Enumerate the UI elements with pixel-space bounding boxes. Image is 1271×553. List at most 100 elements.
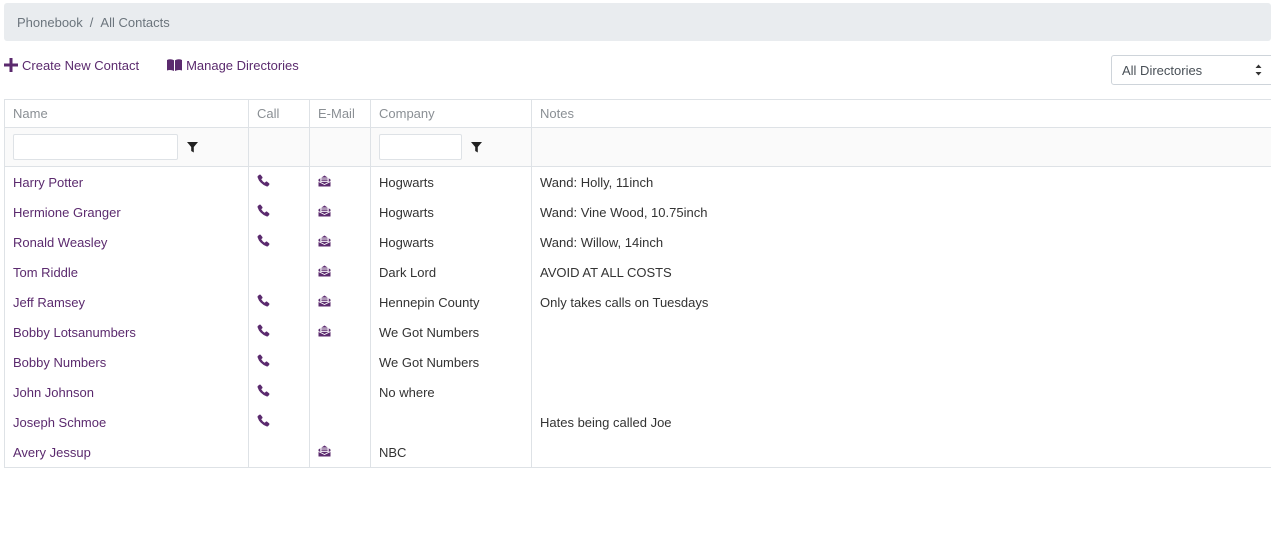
envelope-open-icon[interactable] <box>318 205 331 217</box>
column-header-name[interactable]: Name <box>4 99 249 128</box>
name-filter-button[interactable] <box>178 134 206 160</box>
notes-cell: Wand: Vine Wood, 10.75inch <box>531 197 1271 227</box>
create-contact-link[interactable]: Create New Contact <box>4 58 139 73</box>
contact-name[interactable]: Ronald Weasley <box>4 227 249 257</box>
contact-name[interactable]: Jeff Ramsey <box>4 287 249 317</box>
envelope-open-icon[interactable] <box>318 265 331 277</box>
company-cell: We Got Numbers <box>370 317 532 347</box>
phone-icon[interactable] <box>257 204 270 217</box>
contact-name[interactable]: John Johnson <box>4 377 249 407</box>
call-cell <box>248 227 310 257</box>
email-cell <box>309 287 371 317</box>
notes-cell <box>531 437 1271 468</box>
email-cell <box>309 377 371 407</box>
call-cell <box>248 317 310 347</box>
company-cell: Hogwarts <box>370 197 532 227</box>
company-cell <box>370 407 532 437</box>
column-header-call[interactable]: Call <box>248 99 310 128</box>
column-header-notes[interactable]: Notes <box>531 99 1271 128</box>
phone-icon[interactable] <box>257 324 270 337</box>
directory-select[interactable]: All Directories <box>1111 55 1271 85</box>
contact-name[interactable]: Harry Potter <box>4 166 249 197</box>
email-cell <box>309 197 371 227</box>
email-cell <box>309 227 371 257</box>
table-row[interactable]: Ronald Weasley Hogwarts Wand: Willow, 14in… <box>4 227 1271 257</box>
table-header-row: Name Call E-Mail Company Notes <box>4 99 1271 128</box>
select-caret-icon <box>1255 63 1262 77</box>
notes-cell <box>531 347 1271 377</box>
company-cell: Hogwarts <box>370 166 532 197</box>
table-row[interactable]: Joseph Schmoe Hates being called Joe <box>4 407 1271 437</box>
column-header-email[interactable]: E-Mail <box>309 99 371 128</box>
call-cell <box>248 377 310 407</box>
envelope-open-icon[interactable] <box>318 295 331 307</box>
notes-cell: Wand: Willow, 14inch <box>531 227 1271 257</box>
contact-name[interactable]: Avery Jessup <box>4 437 249 468</box>
email-filter-cell <box>309 127 371 167</box>
call-cell <box>248 407 310 437</box>
email-cell <box>309 347 371 377</box>
table-row[interactable]: Bobby Numbers We Got Numbers <box>4 347 1271 377</box>
manage-directories-link[interactable]: Manage Directories <box>167 58 299 73</box>
plus-icon <box>4 58 18 72</box>
filter-icon <box>186 141 198 152</box>
contact-name[interactable]: Hermione Granger <box>4 197 249 227</box>
table-row[interactable]: Avery Jessup NBC <box>4 437 1271 468</box>
phone-icon[interactable] <box>257 414 270 427</box>
call-cell <box>248 287 310 317</box>
name-filter-input[interactable] <box>13 134 178 160</box>
call-cell <box>248 437 310 468</box>
phone-icon[interactable] <box>257 354 270 367</box>
directory-select-value: All Directories <box>1122 62 1203 78</box>
table-row[interactable]: Harry Potter Hogwarts Wand: Holly, 11inch <box>4 166 1271 197</box>
phone-icon[interactable] <box>257 174 270 187</box>
phone-icon[interactable] <box>257 294 270 307</box>
manage-directories-label: Manage Directories <box>186 57 299 73</box>
breadcrumb-current: All Contacts <box>100 14 170 30</box>
call-cell <box>248 347 310 377</box>
company-filter-input[interactable] <box>379 134 462 160</box>
company-cell: No where <box>370 377 532 407</box>
contacts-table: Name Call E-Mail Company Notes Harry Pot… <box>4 99 1271 468</box>
envelope-open-icon[interactable] <box>318 235 331 247</box>
call-cell <box>248 197 310 227</box>
phone-icon[interactable] <box>257 234 270 247</box>
email-cell <box>309 437 371 468</box>
breadcrumb: Phonebook / All Contacts <box>4 3 1271 41</box>
email-cell <box>309 166 371 197</box>
email-cell <box>309 257 371 287</box>
contact-name[interactable]: Tom Riddle <box>4 257 249 287</box>
filter-icon <box>470 141 482 152</box>
contact-name[interactable]: Bobby Numbers <box>4 347 249 377</box>
table-row[interactable]: Hermione Granger Hogwarts Wand: Vine Wood,… <box>4 197 1271 227</box>
breadcrumb-separator: / <box>89 14 94 30</box>
envelope-open-icon[interactable] <box>318 445 331 457</box>
company-filter-cell <box>370 127 532 167</box>
notes-cell: Hates being called Joe <box>531 407 1271 437</box>
envelope-open-icon[interactable] <box>318 175 331 187</box>
company-filter-button[interactable] <box>462 134 490 160</box>
notes-cell: Only takes calls on Tuesdays <box>531 287 1271 317</box>
envelope-open-icon[interactable] <box>318 325 331 337</box>
phone-icon[interactable] <box>257 384 270 397</box>
table-row[interactable]: Bobby Lotsanumbers We Got Numbers <box>4 317 1271 347</box>
company-cell: Hogwarts <box>370 227 532 257</box>
notes-cell: Wand: Holly, 11inch <box>531 166 1271 197</box>
company-cell: Dark Lord <box>370 257 532 287</box>
action-bar: Create New Contact Manage Directories <box>4 54 299 76</box>
create-contact-label: Create New Contact <box>22 57 140 73</box>
table-row[interactable]: Jeff Ramsey Hennepin County Only takes cal… <box>4 287 1271 317</box>
column-header-company[interactable]: Company <box>370 99 532 128</box>
company-cell: NBC <box>370 437 532 468</box>
book-icon <box>167 59 183 71</box>
notes-cell: AVOID AT ALL COSTS <box>531 257 1271 287</box>
table-row[interactable]: Tom Riddle Dark Lord AVOID AT ALL COSTS <box>4 257 1271 287</box>
filter-row <box>4 127 1271 167</box>
notes-filter-cell <box>531 127 1271 167</box>
breadcrumb-root[interactable]: Phonebook <box>17 15 83 30</box>
company-cell: Hennepin County <box>370 287 532 317</box>
contact-name[interactable]: Joseph Schmoe <box>4 407 249 437</box>
table-row[interactable]: John Johnson No where <box>4 377 1271 407</box>
name-filter-cell <box>4 127 249 167</box>
contact-name[interactable]: Bobby Lotsanumbers <box>4 317 249 347</box>
